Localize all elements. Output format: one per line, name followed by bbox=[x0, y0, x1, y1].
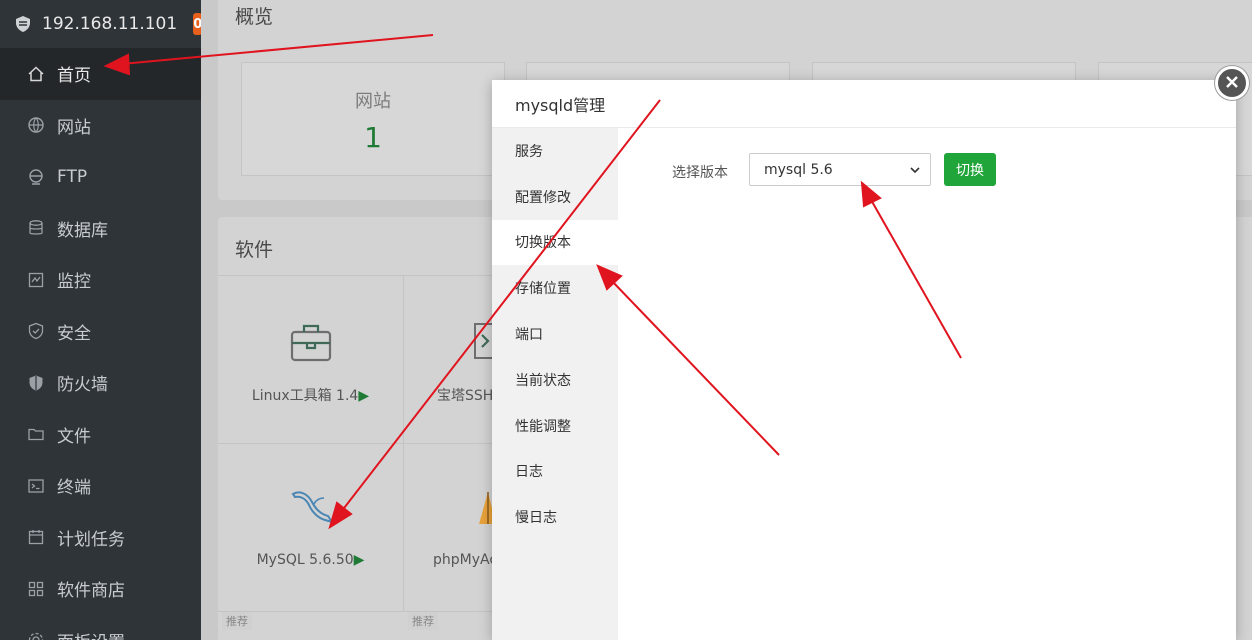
sidebar-item-label: 面板设置 bbox=[57, 628, 125, 640]
bt-logo-icon bbox=[14, 15, 32, 33]
tab-port[interactable]: 端口 bbox=[492, 311, 618, 357]
ftp-icon bbox=[27, 168, 45, 186]
software-name: 宝塔SSH bbox=[437, 388, 494, 404]
sidebar-item-firewall[interactable]: 防火墙 bbox=[0, 357, 201, 409]
sidebar-item-website[interactable]: 网站 bbox=[0, 100, 201, 152]
monitor-icon bbox=[27, 271, 45, 289]
overview-title: 概览 bbox=[235, 6, 274, 28]
sidebar-item-home[interactable]: 首页 bbox=[0, 48, 201, 100]
host-address: 192.168.11.101 bbox=[42, 14, 178, 34]
switch-version-button[interactable]: 切换 bbox=[944, 153, 996, 186]
stat-value: 1 bbox=[364, 121, 382, 154]
home-icon bbox=[27, 65, 45, 83]
sidebar-item-label: 计划任务 bbox=[57, 529, 125, 550]
software-name: MySQL 5.6.50▶ bbox=[256, 552, 365, 568]
mysql-dolphin-icon bbox=[290, 488, 335, 532]
tab-status[interactable]: 当前状态 bbox=[492, 357, 618, 403]
sidebar: 192.168.11.101 0 首页 网站 FTP 数据库 监控 安全 防火墙… bbox=[0, 0, 203, 640]
software-name: Linux工具箱 1.4▶ bbox=[251, 388, 370, 404]
toolbox-icon bbox=[290, 323, 332, 367]
sidebar-item-label: FTP bbox=[57, 166, 88, 187]
modal-title: mysqld管理 bbox=[492, 80, 1236, 128]
sidebar-item-label: 防火墙 bbox=[57, 375, 108, 396]
modal-body: 选择版本 mysql 5.6 切换 bbox=[618, 128, 1236, 640]
sidebar-item-monitor[interactable]: 监控 bbox=[0, 254, 201, 306]
grid-icon bbox=[27, 580, 45, 598]
tab-performance[interactable]: 性能调整 bbox=[492, 403, 618, 449]
chevron-down-icon bbox=[908, 163, 922, 177]
version-select[interactable]: mysql 5.6 bbox=[749, 153, 931, 186]
terminal-icon bbox=[27, 477, 45, 495]
settings-icon bbox=[27, 631, 45, 640]
software-tile-bt-ssh[interactable]: 宝塔SSH bbox=[404, 275, 506, 444]
calendar-icon bbox=[27, 528, 45, 546]
tab-config[interactable]: 配置修改 bbox=[492, 174, 618, 220]
sidebar-item-settings[interactable]: 面板设置 bbox=[0, 615, 201, 640]
firewall-shield-icon bbox=[27, 374, 45, 392]
software-tile-mysql[interactable]: MySQL 5.6.50▶ bbox=[218, 444, 404, 612]
tab-slow-log[interactable]: 慢日志 bbox=[492, 494, 618, 540]
sidebar-item-cron[interactable]: 计划任务 bbox=[0, 512, 201, 564]
sidebar-item-label: 终端 bbox=[57, 478, 91, 499]
modal-close-button[interactable] bbox=[1215, 66, 1249, 100]
tab-switch-version[interactable]: 切换版本 bbox=[492, 219, 618, 266]
sidebar-item-label: 数据库 bbox=[57, 220, 108, 241]
software-title: 软件 bbox=[235, 239, 274, 261]
sidebar-item-store[interactable]: 软件商店 bbox=[0, 563, 201, 615]
mysqld-manager-modal: mysqld管理 服务 配置修改 切换版本 存储位置 端口 当前状态 性能调整 … bbox=[492, 80, 1236, 640]
sidebar-item-label: 网站 bbox=[57, 117, 91, 138]
tab-log[interactable]: 日志 bbox=[492, 449, 618, 495]
software-tile-phpmyadmin[interactable]: phpMyAc bbox=[404, 444, 498, 612]
sidebar-item-database[interactable]: 数据库 bbox=[0, 203, 201, 255]
sidebar-item-label: 软件商店 bbox=[57, 581, 125, 602]
sidebar-item-label: 安全 bbox=[57, 323, 91, 344]
recommend-tag: 推荐 bbox=[222, 612, 252, 630]
stat-label: 网站 bbox=[355, 91, 391, 112]
stat-card-websites[interactable]: 网站 1 bbox=[241, 62, 505, 176]
software-name: phpMyAc bbox=[433, 552, 498, 568]
shield-check-icon bbox=[27, 322, 45, 340]
globe-icon bbox=[27, 116, 45, 134]
database-icon bbox=[27, 219, 45, 237]
recommend-tag: 推荐 bbox=[408, 612, 438, 630]
sidebar-item-files[interactable]: 文件 bbox=[0, 409, 201, 461]
sidebar-item-security[interactable]: 安全 bbox=[0, 306, 201, 358]
folder-icon bbox=[27, 425, 45, 443]
sidebar-item-label: 文件 bbox=[57, 426, 91, 447]
modal-tab-list: 服务 配置修改 切换版本 存储位置 端口 当前状态 性能调整 日志 慢日志 bbox=[492, 128, 618, 640]
sidebar-item-label: 监控 bbox=[57, 272, 91, 293]
version-label: 选择版本 bbox=[672, 165, 728, 181]
sidebar-item-label: 首页 bbox=[57, 66, 91, 87]
close-icon bbox=[1225, 74, 1239, 93]
version-select-value: mysql 5.6 bbox=[764, 161, 833, 178]
tab-storage[interactable]: 存储位置 bbox=[492, 265, 618, 311]
brand-header: 192.168.11.101 0 bbox=[0, 0, 203, 48]
sidebar-item-ftp[interactable]: FTP bbox=[0, 151, 201, 203]
software-tile-linux-toolbox[interactable]: Linux工具箱 1.4▶ bbox=[218, 275, 404, 444]
tab-service[interactable]: 服务 bbox=[492, 128, 618, 174]
sidebar-item-terminal[interactable]: 终端 bbox=[0, 460, 201, 512]
